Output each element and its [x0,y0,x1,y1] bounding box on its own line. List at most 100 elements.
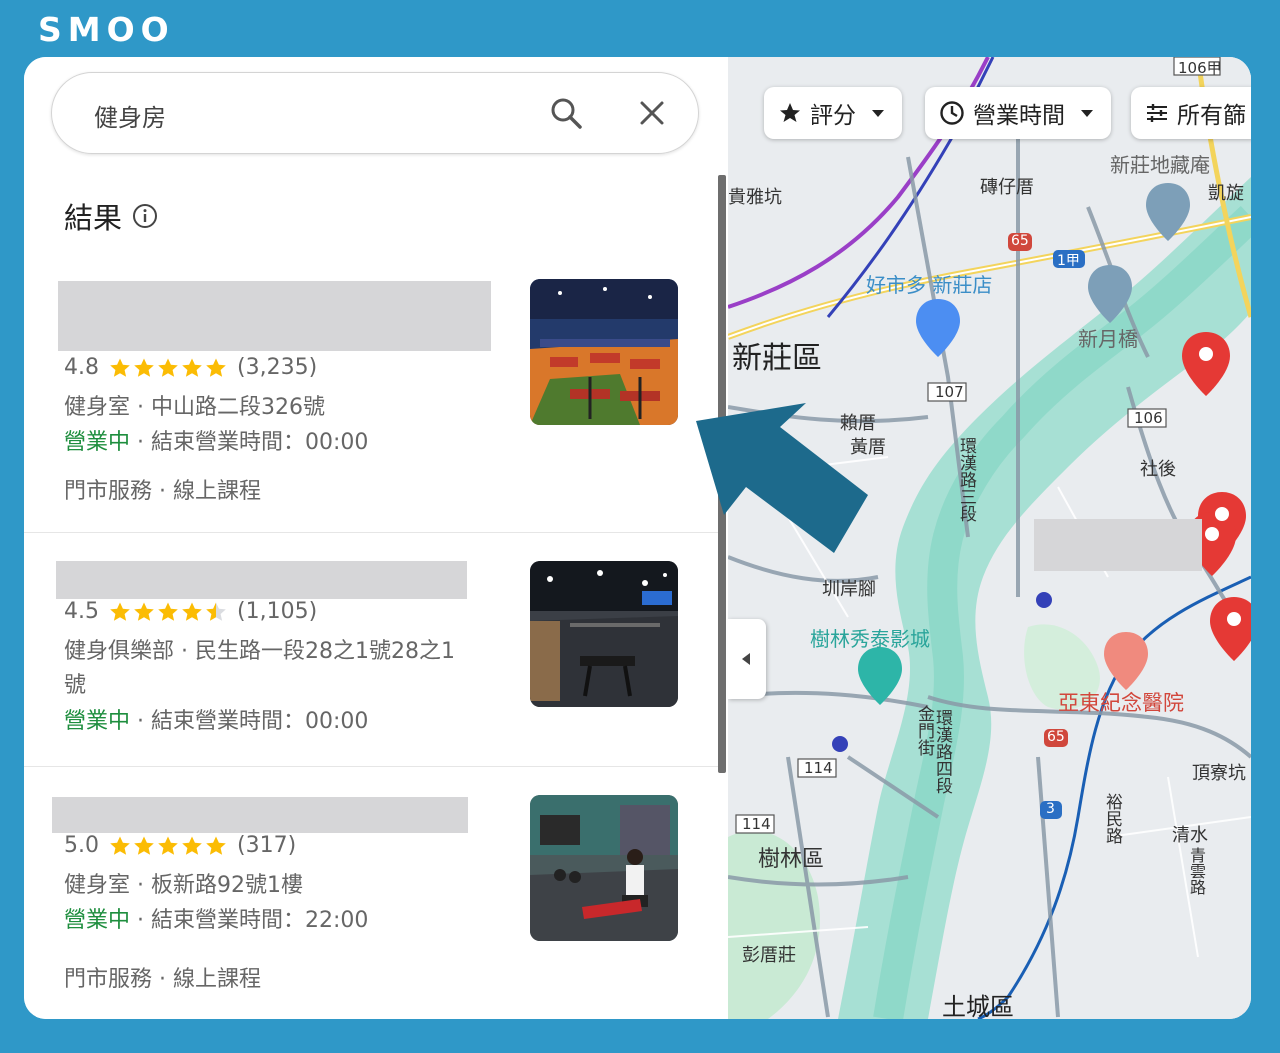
result-item[interactable]: 5.0 (317) 健身室 · 板新路92號1樓 營業中 · 結束營業時間：22… [24,767,718,1019]
map-label-shulin-cinema: 樹林秀泰影城 [810,627,930,651]
star-icon [158,358,178,377]
open-status: 營業中 · 結束營業時間：00:00 [64,703,368,735]
star-rating [109,835,229,857]
rating-value: 5.0 [64,833,99,858]
service-options: 門市服務 · 線上課程 [64,479,261,504]
map-road-shield: 114 [742,815,771,833]
status-close-time: · 結束營業時間：00:00 [130,709,369,734]
result-item[interactable]: 4.5 (1,105) 健身俱樂部 · 民生路一段28之1號28之1 號 營業中… [24,533,718,767]
map-label-yumin: 裕民路 [1102,793,1122,844]
category-address-continued: 號 [64,673,87,698]
rating-row: 5.0 (317) [64,833,296,858]
status-close-time: · 結束營業時間：00:00 [130,430,369,455]
clock-icon [940,101,964,125]
place-photo[interactable] [530,279,678,425]
map-label-shehou: 社後 [1140,459,1176,480]
map-label-kaixuan: 凱旋 [1208,183,1244,204]
redacted-place-name[interactable] [58,281,491,351]
map-label-kanan: 圳岸腳 [822,579,876,600]
category-address: 健身俱樂部 · 民生路一段28之1號28之1 [64,639,455,664]
annotation-arrow [696,403,868,553]
map-label-costco: 好市多 新莊店 [866,273,993,297]
open-status: 營業中 · 結束營業時間：00:00 [64,424,368,456]
star-icon [182,836,202,855]
map-label-qingyun: 青雲路 [1187,847,1206,895]
filter-chip-label: 所有篩 [1177,103,1246,129]
map-road-shield: 1甲 [1057,253,1080,269]
rating-row: 4.8 (3,235) [64,355,317,380]
map-road-shield: 114 [804,759,833,777]
filter-chip-hours[interactable]: 營業時間 [925,87,1111,139]
maps-screenshot-card: 健身房 結果 4.8 (3,235) 健身室 · 中山路二段326號 營業中 ·… [24,57,1251,1019]
star-icon [206,358,226,377]
map-road-shield: 65 [1047,729,1065,745]
map-label-tucheng: 土城區 [942,993,1014,1019]
rating-value: 4.8 [64,355,99,380]
map-label-guiyakeng: 貴雅坑 [728,187,782,208]
redacted-map-label [1034,519,1202,571]
status-open: 營業中 [64,709,131,734]
star-icon [206,836,226,855]
results-panel: 健身房 結果 4.8 (3,235) 健身室 · 中山路二段326號 營業中 ·… [24,57,728,1019]
place-photo[interactable] [530,795,678,941]
map-label-huanhe4: 環漢路四段 [932,709,952,794]
map-road-shield: 107 [935,383,964,401]
close-icon[interactable] [636,97,668,129]
category-address: 健身室 · 中山路二段326號 [64,395,325,420]
review-count: (1,105) [237,599,318,624]
chevron-left-icon [742,653,750,665]
redacted-place-name[interactable] [52,797,468,833]
collapse-panel-button[interactable] [728,619,766,699]
status-open: 營業中 [64,908,131,933]
brand-logo: SMOO [38,10,175,49]
star-rating [109,357,229,379]
star-icon [134,836,154,855]
chevron-down-icon [872,110,884,117]
map-label-zhuanzaicuo: 磚仔厝 [980,177,1034,198]
map-label-shulin-district: 樹林區 [758,847,825,872]
sliders-icon [1147,104,1167,122]
star-rating [109,601,229,623]
results-heading: 結果 [64,195,158,237]
map-label-qingshui: 清水 [1172,825,1208,846]
map-label-xinyue-bridge: 新月橋 [1078,327,1138,351]
results-title: 結果 [64,201,123,235]
filter-chip-rating[interactable]: 評分 [764,87,902,139]
rating-row: 4.5 (1,105) [64,599,317,624]
star-icon [134,602,154,621]
result-item[interactable]: 4.8 (3,235) 健身室 · 中山路二段326號 營業中 · 結束營業時間… [24,273,718,533]
star-icon [182,358,202,377]
star-icon [134,358,154,377]
star-icon [182,602,202,621]
map-road-shield: 106 [1134,409,1163,427]
star-icon [158,836,178,855]
star-icon [110,602,130,621]
star-icon [158,602,178,621]
status-close-time: · 結束營業時間：22:00 [130,908,369,933]
search-box[interactable]: 健身房 [51,72,699,154]
open-status: 營業中 · 結束營業時間：22:00 [64,902,368,934]
map-road-shield: 65 [1011,233,1029,249]
filter-chip-label: 營業時間 [973,103,1065,129]
search-input[interactable]: 健身房 [94,98,166,133]
rating-value: 4.5 [64,599,99,624]
filter-chip-all[interactable]: 所有篩 [1131,87,1251,139]
service-options: 門市服務 · 線上課程 [64,967,261,992]
map-label-huanhe3: 環漢路三段 [956,437,976,522]
status-open: 營業中 [64,430,131,455]
review-count: (3,235) [237,355,318,380]
map-label-hospital: 亞東紀念醫院 [1058,691,1184,715]
redacted-place-name[interactable] [56,561,467,599]
chevron-down-icon [1081,110,1093,117]
place-photo[interactable] [530,561,678,707]
star-icon [206,602,226,621]
category-address: 健身室 · 板新路92號1樓 [64,873,303,898]
star-icon [110,836,130,855]
star-icon [780,103,800,122]
map-label-dingliaokeng: 頂寮坑 [1192,763,1246,784]
star-icon [110,358,130,377]
search-icon[interactable] [548,95,584,131]
filter-chip-label: 評分 [810,103,856,129]
map-road-shield: 106甲 [1178,59,1222,77]
info-icon[interactable] [132,203,158,229]
